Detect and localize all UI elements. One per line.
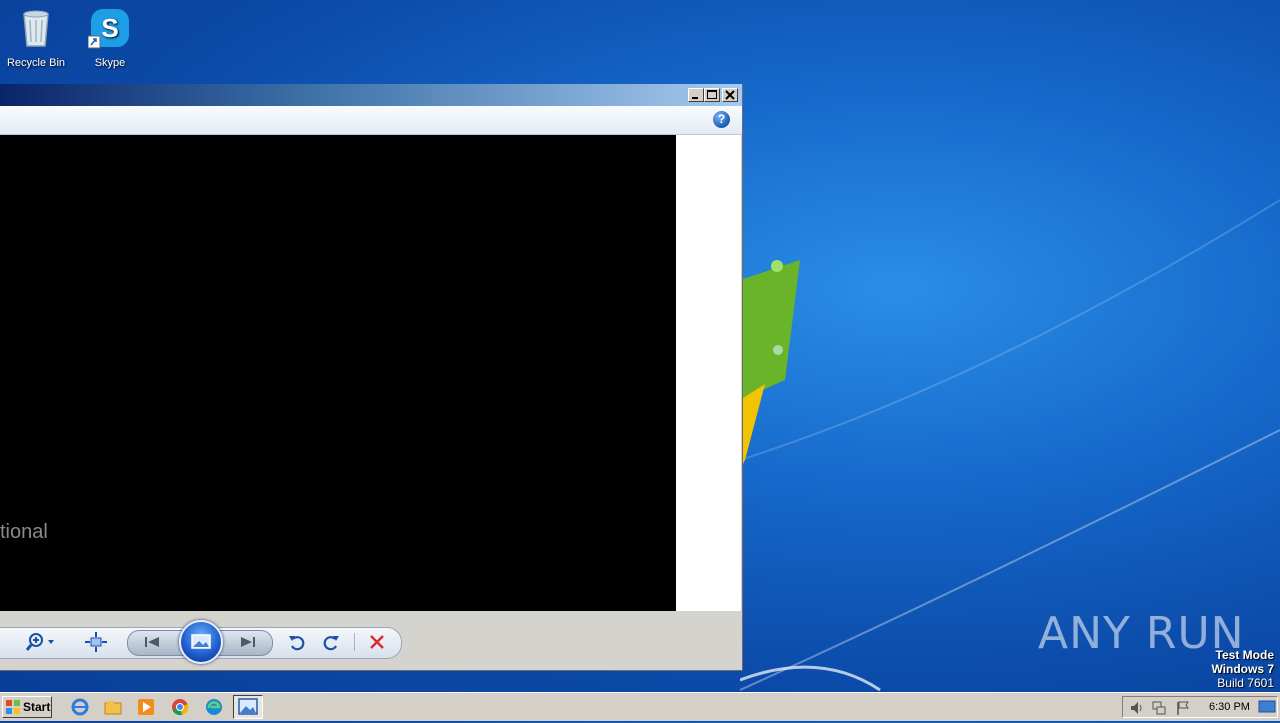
displayed-image: tional — [0, 135, 676, 611]
system-tray: 6:30 PM — [1122, 696, 1278, 718]
rotate-right-icon — [323, 636, 339, 651]
chrome-icon[interactable] — [171, 698, 189, 716]
fit-window-icon — [85, 632, 107, 652]
network-icon[interactable] — [1151, 700, 1167, 716]
maximize-button[interactable] — [704, 88, 720, 102]
test-mode-label: Test Mode — [1215, 648, 1274, 662]
previous-button[interactable] — [140, 631, 164, 653]
photo-viewer-window: ? tional — [0, 84, 743, 671]
build-label: Build 7601 — [1217, 676, 1274, 690]
zoom-icon — [26, 633, 54, 651]
skype-icon: S — [87, 9, 129, 49]
skype-label: Skype — [94, 57, 126, 69]
internet-explorer-icon[interactable] — [71, 698, 89, 716]
os-label: Windows 7 — [1211, 662, 1274, 676]
toolbar-separator — [354, 633, 355, 651]
image-viewport: tional — [0, 135, 741, 611]
rotate-left-icon — [289, 636, 305, 651]
next-icon — [241, 637, 255, 647]
photo-viewer-icon — [238, 698, 258, 715]
action-center-flag-icon[interactable] — [1175, 700, 1191, 716]
test-mode-notice: Test Mode Windows 7 Build 7601 — [1211, 648, 1274, 690]
image-caption-text: tional — [0, 521, 48, 543]
media-player-icon[interactable] — [137, 698, 155, 716]
windows-logo-icon — [6, 700, 20, 714]
minimize-button[interactable] — [688, 88, 704, 102]
skype-desktop-icon[interactable]: S Skype — [74, 6, 146, 69]
volume-icon[interactable] — [1129, 700, 1145, 716]
taskbar: Start 6:30 PM — [0, 692, 1280, 721]
start-button[interactable]: Start — [2, 696, 52, 718]
delete-icon — [370, 635, 384, 649]
next-button[interactable] — [236, 631, 260, 653]
maximize-icon — [707, 90, 717, 99]
close-button[interactable] — [722, 88, 738, 102]
actual-size-button[interactable] — [84, 631, 108, 653]
zoom-button[interactable] — [26, 631, 58, 653]
svg-text:S: S — [101, 13, 118, 43]
recycle-bin-icon — [23, 10, 49, 47]
help-button[interactable]: ? — [713, 111, 730, 128]
rotate-counterclockwise-button[interactable] — [286, 631, 308, 653]
rotate-clockwise-button[interactable] — [320, 631, 342, 653]
slideshow-icon — [191, 634, 211, 649]
photo-viewer-taskbar-button[interactable] — [233, 695, 263, 719]
clock[interactable]: 6:30 PM — [1209, 701, 1250, 713]
recycle-bin-desktop-icon[interactable]: Recycle Bin — [0, 6, 72, 69]
previous-icon — [145, 637, 159, 647]
edge-icon[interactable] — [205, 698, 223, 716]
close-icon — [725, 90, 735, 100]
start-label: Start — [23, 700, 51, 714]
delete-button[interactable] — [366, 631, 388, 653]
show-desktop-icon[interactable] — [1258, 699, 1276, 715]
window-titlebar[interactable] — [0, 84, 742, 106]
slideshow-button[interactable] — [179, 620, 223, 664]
viewer-toolbar — [0, 611, 741, 670]
file-explorer-icon[interactable] — [104, 698, 122, 716]
recycle-bin-label: Recycle Bin — [6, 57, 66, 69]
minimize-icon — [692, 97, 698, 99]
command-bar: ? — [0, 106, 742, 135]
